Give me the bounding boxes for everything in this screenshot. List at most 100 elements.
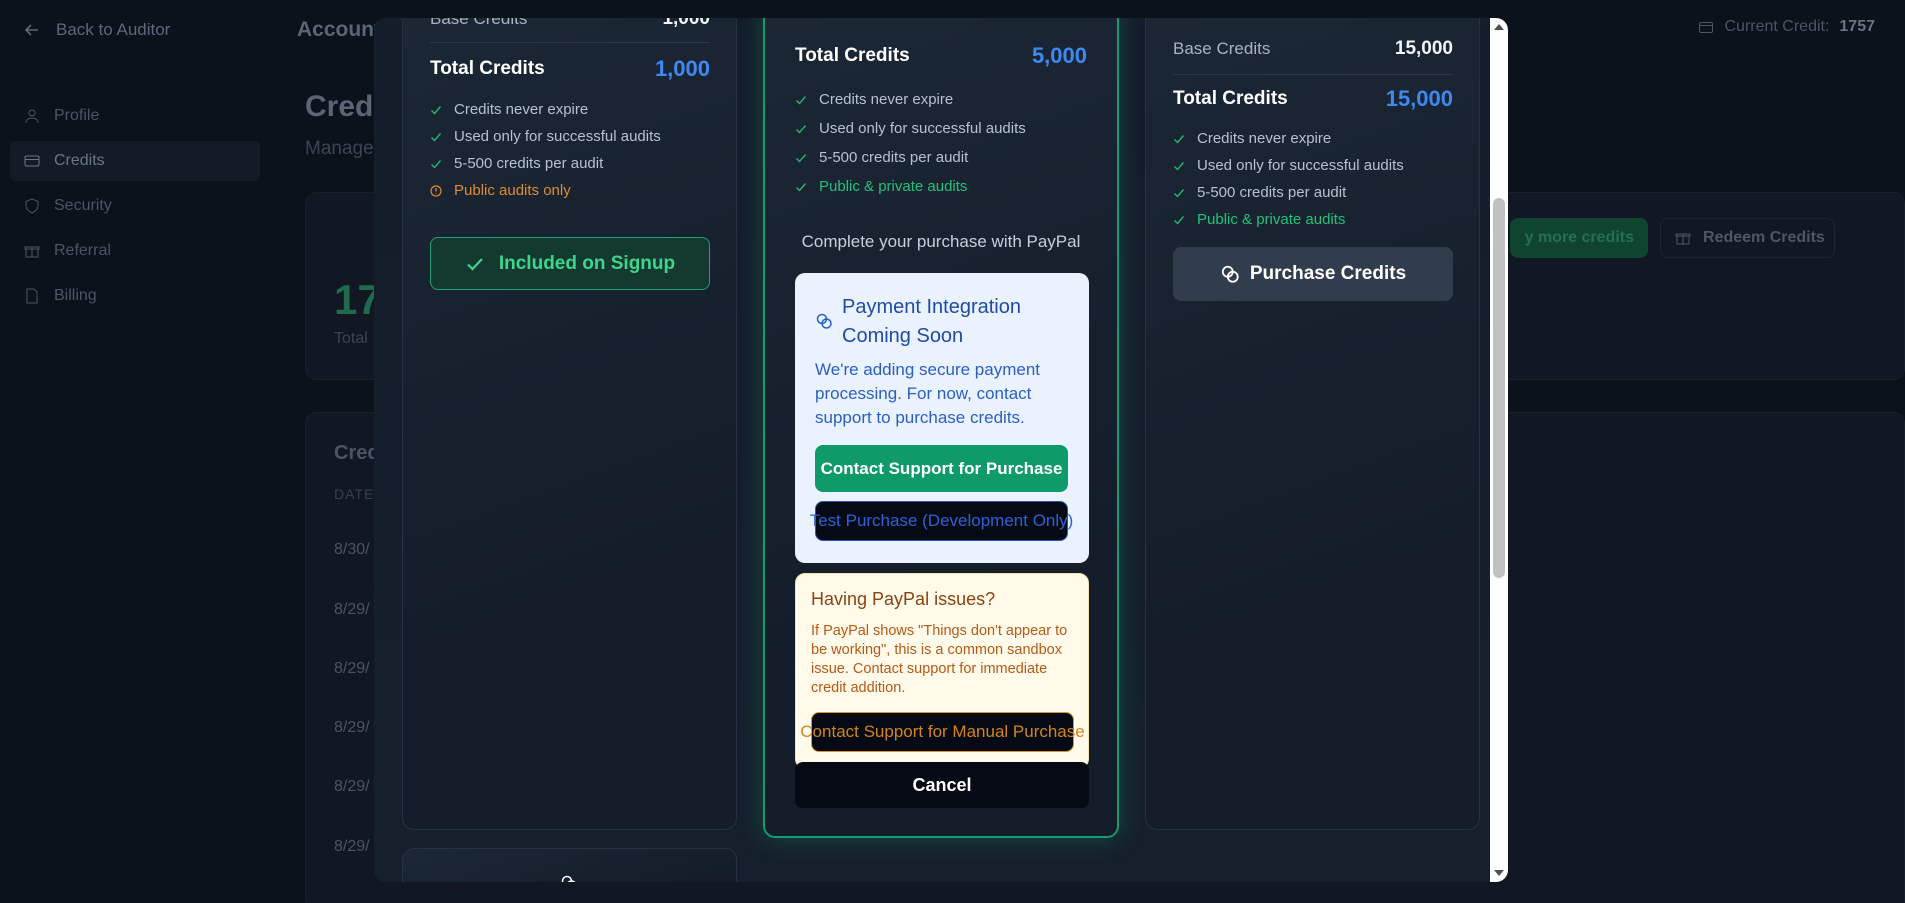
current-credit: Current Credit: 1757 bbox=[1698, 18, 1875, 36]
total-credits-value: 1,000 bbox=[654, 56, 710, 81]
feature-item-warning: Public audits only bbox=[430, 177, 661, 204]
divider bbox=[1173, 74, 1453, 75]
redeem-credits-label: Redeem Credits bbox=[1703, 229, 1825, 246]
check-icon bbox=[796, 182, 807, 192]
feature-item: Credits never expire bbox=[1173, 125, 1404, 152]
notice-title: Payment Integration Coming Soon bbox=[842, 296, 1021, 347]
sidebar-item-credits[interactable]: Credits bbox=[10, 141, 260, 181]
coins-icon bbox=[816, 313, 832, 329]
table-row-date: 8/29/ bbox=[334, 719, 370, 736]
document-icon bbox=[26, 288, 38, 304]
redeem-credits-button[interactable]: Redeem Credits bbox=[1660, 218, 1835, 258]
purchase-credits-modal: Base Credits 1,000 Total Credits 1,000 C… bbox=[374, 18, 1508, 882]
feature-item: Used only for successful audits bbox=[795, 114, 1026, 143]
included-on-signup-button[interactable]: Included on Signup bbox=[430, 237, 710, 290]
base-credits-row: Base Credits 15,000 bbox=[1173, 38, 1453, 60]
total-credits-value: 15,000 bbox=[1385, 86, 1453, 111]
shield-icon bbox=[25, 198, 39, 214]
base-credits-label: Base Credits bbox=[430, 18, 528, 28]
check-icon bbox=[796, 95, 807, 105]
modal-scrollbar[interactable] bbox=[1490, 18, 1508, 882]
credit-card-icon bbox=[24, 155, 40, 167]
total-credits-row: Total Credits 1,000 bbox=[430, 56, 710, 82]
total-credits-label: Total Credits bbox=[1173, 88, 1288, 109]
sidebar-item-security[interactable]: Security bbox=[10, 186, 260, 226]
coins-icon bbox=[561, 875, 576, 882]
gift-icon bbox=[24, 246, 40, 258]
credits-title: Credi bbox=[305, 90, 382, 123]
total-credits-row: Total Credits 15,000 bbox=[1173, 86, 1453, 112]
check-icon bbox=[431, 159, 442, 169]
issues-description: If PayPal shows "Things don't appear to … bbox=[811, 623, 1068, 696]
sidebar-item-profile[interactable]: Profile bbox=[10, 96, 260, 136]
test-purchase-button[interactable]: Test Purchase (Development Only) bbox=[810, 501, 1073, 541]
page-heading: Account bbox=[297, 18, 381, 41]
check-icon bbox=[431, 132, 442, 142]
sidebar-item-label: Credits bbox=[54, 152, 105, 169]
purchase-credits-label: Purchase Credits bbox=[1249, 263, 1407, 284]
issues-title: Having PayPal issues? bbox=[811, 589, 996, 609]
contact-support-manual-button[interactable]: Contact Support for Manual Purchase bbox=[800, 712, 1085, 752]
feature-item: Used only for successful audits bbox=[1173, 152, 1404, 179]
sidebar-item-label: Profile bbox=[54, 107, 100, 124]
table-row-date: 8/29/ bbox=[334, 660, 370, 677]
table-row-date: 8/29/ bbox=[334, 601, 370, 618]
feature-list: Credits never expire Used only for succe… bbox=[795, 85, 1026, 201]
divider bbox=[430, 42, 710, 43]
coins-icon bbox=[1221, 265, 1239, 283]
back-label: Back to Auditor bbox=[56, 20, 171, 39]
table-row-date: 8/29/ bbox=[334, 838, 370, 855]
feature-item: Credits never expire bbox=[795, 85, 1026, 114]
check-icon bbox=[1174, 215, 1185, 225]
feature-item: 5-500 credits per audit bbox=[795, 143, 1026, 172]
check-icon bbox=[1174, 188, 1185, 198]
sidebar-item-referral[interactable]: Referral bbox=[10, 231, 260, 271]
payment-integration-notice: Payment Integration Coming Soon We're ad… bbox=[795, 273, 1089, 563]
feature-list: Credits never expire Used only for succe… bbox=[1173, 125, 1404, 233]
check-icon bbox=[467, 257, 483, 271]
credits-subtitle: Manage bbox=[305, 138, 374, 159]
paypal-issues-notice: Having PayPal issues? If PayPal shows "T… bbox=[795, 573, 1089, 769]
feature-item: 5-500 credits per audit bbox=[430, 150, 661, 177]
scroll-down-arrow-icon[interactable] bbox=[1493, 867, 1505, 879]
base-credits-row: Base Credits 1,000 bbox=[430, 18, 710, 30]
base-credits-value: 1,000 bbox=[662, 18, 710, 29]
paypal-caption: Complete your purchase with PayPal bbox=[801, 232, 1081, 251]
user-icon bbox=[25, 109, 39, 124]
history-title: Cred bbox=[334, 442, 380, 464]
base-credits-label: Base Credits bbox=[1173, 39, 1271, 58]
back-to-auditor-link[interactable]: Back to Auditor bbox=[24, 20, 170, 40]
feature-item: Public & private audits bbox=[1173, 206, 1404, 233]
purchase-credits-button[interactable]: Purchase Credits bbox=[1173, 247, 1453, 301]
total-credits-row: Total Credits 5,000 bbox=[795, 43, 1087, 69]
cancel-button[interactable]: Cancel bbox=[795, 762, 1089, 808]
check-icon bbox=[431, 105, 442, 115]
date-column-header: DATE bbox=[334, 486, 375, 502]
arrow-left-icon bbox=[24, 24, 38, 36]
base-credits-value: 15,000 bbox=[1394, 38, 1453, 59]
check-icon bbox=[1174, 161, 1185, 171]
notice-description: We're adding secure payment processing. … bbox=[815, 360, 1041, 427]
scroll-thumb[interactable] bbox=[1493, 198, 1505, 578]
feature-item: Public & private audits bbox=[795, 172, 1026, 201]
contact-support-purchase-button[interactable]: Contact Support for Purchase bbox=[815, 445, 1068, 492]
credit-balance-caption: Total bbox=[334, 330, 368, 347]
total-credits-value: 5,000 bbox=[1031, 43, 1087, 68]
scroll-up-arrow-icon[interactable] bbox=[1493, 21, 1505, 33]
sidebar-item-label: Security bbox=[54, 197, 112, 214]
sidebar-item-billing[interactable]: Billing bbox=[10, 276, 260, 316]
buy-more-credits-button[interactable]: y more credits bbox=[1510, 218, 1648, 258]
feature-item: Used only for successful audits bbox=[430, 123, 661, 150]
table-row-date: 8/29/ bbox=[334, 778, 370, 795]
feature-item: Credits never expire bbox=[430, 96, 661, 123]
total-credits-label: Total Credits bbox=[430, 58, 545, 79]
sidebar: Profile Credits Security Referral Billin… bbox=[10, 96, 260, 321]
wallet-icon bbox=[1699, 22, 1714, 33]
feature-item: 5-500 credits per audit bbox=[1173, 179, 1404, 206]
table-row-date: 8/30/ bbox=[334, 541, 370, 558]
gift-icon bbox=[1675, 233, 1691, 245]
current-credit-label: Current Credit: bbox=[1724, 18, 1830, 35]
total-credits-label: Total Credits bbox=[795, 45, 910, 66]
included-on-signup-label: Included on Signup bbox=[498, 252, 676, 274]
check-icon bbox=[796, 153, 807, 163]
